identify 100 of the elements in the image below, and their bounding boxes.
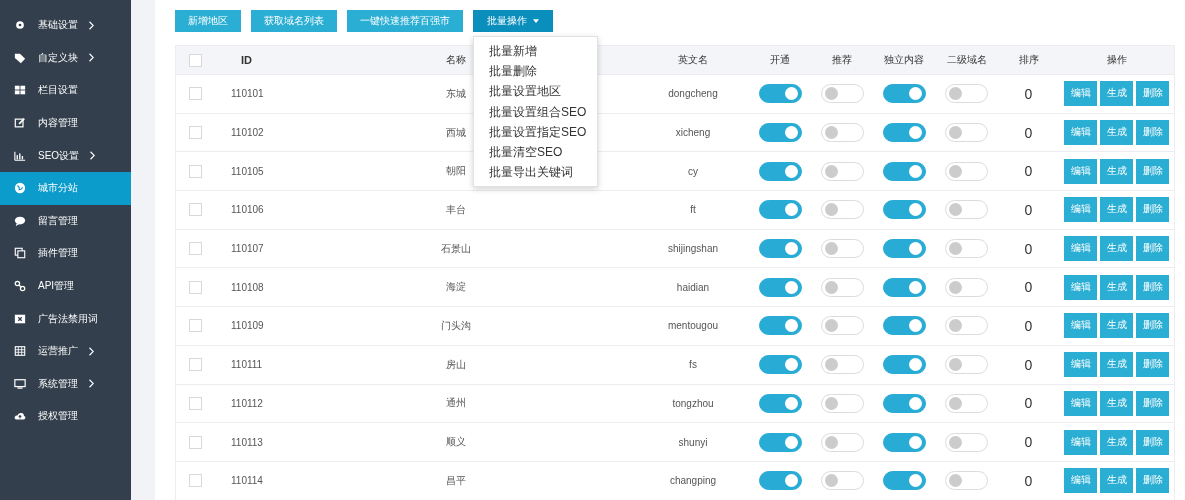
toggle-switch[interactable]	[882, 200, 926, 220]
action-button[interactable]: 编辑	[1064, 352, 1097, 378]
action-button[interactable]: 编辑	[1064, 120, 1097, 146]
toggle-switch[interactable]	[882, 316, 926, 336]
toolbar-button[interactable]: 新增地区	[175, 10, 241, 32]
checkbox[interactable]	[188, 203, 202, 217]
toggle-switch[interactable]	[882, 355, 926, 375]
checkbox[interactable]	[188, 164, 202, 178]
action-button[interactable]: 删除	[1136, 197, 1169, 223]
sidebar-item[interactable]: 运营推广	[0, 334, 131, 368]
checkbox[interactable]	[188, 396, 202, 410]
action-button[interactable]: 生成	[1100, 158, 1133, 184]
action-button[interactable]: 编辑	[1064, 390, 1097, 416]
action-button[interactable]: 删除	[1136, 313, 1169, 339]
action-button[interactable]: 编辑	[1064, 274, 1097, 300]
action-button[interactable]: 生成	[1100, 352, 1133, 378]
checkbox[interactable]	[188, 126, 202, 140]
sidebar-item[interactable]: 插件管理	[0, 237, 131, 270]
sidebar-item[interactable]: 基础设置	[0, 9, 131, 42]
action-button[interactable]: 编辑	[1064, 429, 1097, 455]
action-button[interactable]: 生成	[1100, 429, 1133, 455]
table-cell: 0	[1024, 317, 1033, 334]
toggle-switch[interactable]	[758, 355, 802, 375]
action-button[interactable]: 生成	[1100, 120, 1133, 146]
toggle-switch[interactable]	[882, 471, 926, 491]
checkbox[interactable]	[188, 474, 202, 488]
sidebar-item[interactable]: 广告法禁用词	[0, 302, 131, 335]
sidebar-item[interactable]: 留言管理	[0, 204, 131, 238]
table-cell: 110114	[231, 475, 263, 487]
menu-item[interactable]: 批量设置组合SEO	[474, 101, 597, 122]
toggle-switch[interactable]	[758, 471, 802, 491]
globe-icon	[14, 182, 26, 195]
sidebar-item[interactable]: API管理	[0, 269, 131, 303]
menu-item[interactable]: 批量删除	[474, 61, 597, 82]
action-button[interactable]: 编辑	[1064, 468, 1097, 494]
toggle-switch[interactable]	[758, 277, 802, 297]
action-button[interactable]: 编辑	[1064, 81, 1097, 107]
column-header: 名称	[446, 53, 466, 67]
checkbox[interactable]	[188, 87, 202, 101]
table-cell: 0	[1024, 472, 1033, 489]
action-button[interactable]: 编辑	[1064, 313, 1097, 339]
sidebar-item[interactable]: SEO设置	[0, 139, 131, 172]
action-button[interactable]: 删除	[1136, 236, 1169, 262]
menu-item[interactable]: 批量新增	[474, 41, 597, 62]
sidebar-item[interactable]: 自定义块	[0, 41, 131, 75]
checkbox[interactable]	[188, 358, 202, 372]
action-button[interactable]: 生成	[1100, 390, 1133, 416]
column-header: 英文名	[678, 53, 708, 67]
action-button[interactable]: 生成	[1100, 197, 1133, 223]
menu-item[interactable]: 批量设置地区	[474, 81, 597, 102]
menu-item[interactable]: 批量设置指定SEO	[474, 121, 597, 142]
sidebar-item[interactable]: 城市分站	[0, 171, 131, 205]
toggle-switch[interactable]	[758, 84, 802, 104]
action-button[interactable]: 编辑	[1064, 236, 1097, 262]
grid-icon	[14, 84, 26, 97]
table-cell: tongzhou	[672, 397, 714, 409]
action-button[interactable]: 删除	[1136, 81, 1169, 107]
checkbox[interactable]	[188, 319, 202, 333]
action-button[interactable]: 生成	[1100, 468, 1133, 494]
toggle-switch[interactable]	[882, 277, 926, 297]
toggle-switch[interactable]	[758, 316, 802, 336]
toggle-switch[interactable]	[882, 239, 926, 259]
sidebar-item[interactable]: 内容管理	[0, 106, 131, 140]
toolbar-button[interactable]: 一键快速推荐百强市	[347, 10, 463, 32]
action-button[interactable]: 删除	[1136, 468, 1169, 494]
toggle-switch[interactable]	[882, 123, 926, 143]
action-button[interactable]: 删除	[1136, 274, 1169, 300]
table-cell: 0	[1024, 163, 1033, 180]
sidebar-item[interactable]: 系统管理	[0, 367, 131, 401]
sidebar-item[interactable]: 授权管理	[0, 400, 131, 433]
action-button[interactable]: 删除	[1136, 120, 1169, 146]
checkbox[interactable]	[188, 435, 202, 449]
action-button[interactable]: 删除	[1136, 429, 1169, 455]
toggle-switch[interactable]	[882, 161, 926, 181]
menu-item[interactable]: 批量清空SEO	[474, 141, 597, 163]
action-button[interactable]: 删除	[1136, 158, 1169, 184]
toggle-switch[interactable]	[758, 239, 802, 259]
toggle-switch[interactable]	[758, 393, 802, 413]
action-button[interactable]: 删除	[1136, 390, 1169, 416]
action-button[interactable]: 生成	[1100, 274, 1133, 300]
checkbox[interactable]	[188, 280, 202, 294]
checkbox[interactable]	[188, 242, 202, 256]
sidebar-item[interactable]: 栏目设置	[0, 74, 131, 107]
checkbox[interactable]	[188, 53, 202, 67]
action-button[interactable]: 编辑	[1064, 158, 1097, 184]
toggle-switch[interactable]	[758, 123, 802, 143]
toggle-switch[interactable]	[758, 432, 802, 452]
toggle-switch[interactable]	[882, 432, 926, 452]
menu-item[interactable]: 批量导出关键词	[474, 162, 597, 183]
action-button[interactable]: 删除	[1136, 352, 1169, 378]
toggle-switch[interactable]	[882, 393, 926, 413]
toggle-switch[interactable]	[758, 161, 802, 181]
action-button[interactable]: 编辑	[1064, 197, 1097, 223]
toggle-switch[interactable]	[758, 200, 802, 220]
action-button[interactable]: 生成	[1100, 313, 1133, 339]
action-button[interactable]: 生成	[1100, 81, 1133, 107]
toolbar-button[interactable]: 获取域名列表	[251, 10, 337, 32]
batch-dropdown-button[interactable]: 批量操作	[473, 10, 553, 32]
action-button[interactable]: 生成	[1100, 236, 1133, 262]
toggle-switch[interactable]	[882, 84, 926, 104]
